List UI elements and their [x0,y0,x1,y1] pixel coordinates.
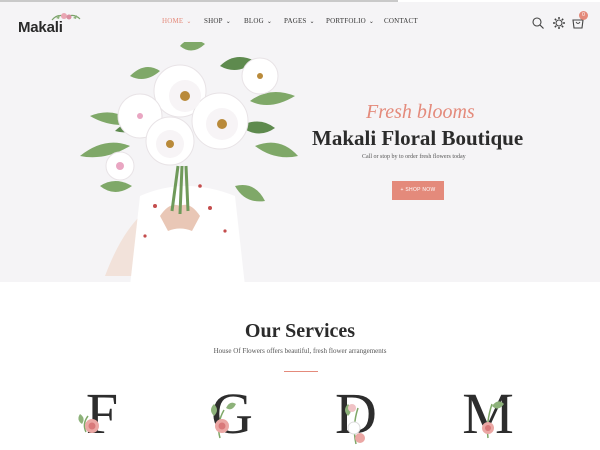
flower-decoration-icon [482,401,504,439]
bouquet-image [80,42,298,282]
flower-decoration-icon [345,404,365,445]
nav-item-contact[interactable]: CONTACT [384,17,418,25]
services-subtitle: House Of Flowers offers beautiful, fresh… [213,347,387,355]
services-divider [284,371,318,372]
search-icon[interactable] [531,16,545,30]
service-letter-g[interactable]: G [202,382,262,450]
logo-flower-icon [51,13,81,21]
nav-item-label: BLOG [244,17,264,25]
services-title: Our Services [244,320,356,342]
site-header: Makali HOME ⌄ SHOP ⌄ BLOG ⌄ PAGES ⌄ PORTFOLI… [0,2,600,42]
service-letter-d[interactable]: D [326,382,386,450]
service-letter-m[interactable]: M [458,382,518,450]
hero-title: Makali Floral Boutique [312,126,524,150]
chevron-down-icon: ⌄ [225,19,231,25]
shop-now-button[interactable]: + SHOP NOW [392,181,444,200]
nav-item-shop[interactable]: SHOP ⌄ [204,17,231,25]
chevron-down-icon: ⌄ [368,19,375,25]
flower-decoration-icon [78,414,99,433]
nav-item-home[interactable]: HOME ⌄ [162,17,192,25]
flower-decoration-icon [211,402,236,439]
nav-item-blog[interactable]: BLOG ⌄ [244,17,272,25]
chevron-down-icon: ⌄ [186,19,192,25]
nav-item-label: CONTACT [384,17,418,25]
hero-subtitle: Fresh blooms [366,101,475,123]
logo[interactable]: Makali [18,13,81,37]
nav-item-label: HOME [162,17,184,25]
nav-item-label: PAGES [284,17,307,25]
service-letter-f[interactable]: F [72,382,132,450]
hero-description: Call or stop by to order fresh flowers t… [362,154,466,160]
chevron-down-icon: ⌄ [309,19,315,25]
nav-item-portfolio[interactable]: PORTFOLIO ⌄ [326,17,374,25]
chevron-down-icon: ⌄ [266,19,273,25]
cart-count-badge: 0 [579,11,588,20]
nav-item-pages[interactable]: PAGES ⌄ [284,17,315,25]
hero-banner: Fresh blooms Makali Floral Boutique Call… [0,42,600,282]
nav-item-label: PORTFOLIO [326,17,366,25]
nav-item-label: SHOP [204,17,223,25]
gear-icon[interactable] [552,16,566,30]
cart-button[interactable]: 0 [571,11,588,30]
